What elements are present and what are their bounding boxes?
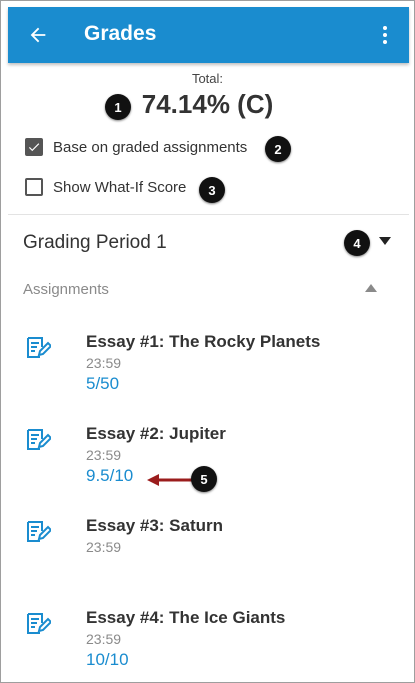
assignment-due: 23:59 xyxy=(86,447,122,463)
assignment-score: 9.5/10 xyxy=(86,466,134,485)
assignment-icon xyxy=(27,613,51,634)
dropdown-arrow-icon[interactable] xyxy=(379,237,391,245)
assignment-name: Essay #3: Saturn xyxy=(86,516,224,535)
what-if-label: Show What-If Score xyxy=(53,178,187,196)
more-vert-icon xyxy=(383,26,387,30)
assignment-icon xyxy=(27,337,51,358)
assignment-name: Essay #1: The Rocky Planets xyxy=(86,332,321,351)
assignment-row[interactable]: Essay #1: The Rocky Planets 23:59 5/50 xyxy=(1,332,414,398)
base-on-graded-label: Base on graded assignments xyxy=(53,138,248,156)
grading-period-selector[interactable]: Grading Period 1 xyxy=(23,232,167,254)
what-if-checkbox[interactable]: Show What-If Score xyxy=(25,178,186,196)
overflow-menu-button[interactable] xyxy=(373,21,397,49)
assignment-icon xyxy=(27,521,51,542)
assignments-section-title: Assignments xyxy=(23,281,109,298)
total-label: Total: xyxy=(191,71,224,86)
arrow-left-icon xyxy=(30,27,46,43)
assignment-score: 5/50 xyxy=(86,374,120,393)
back-button[interactable] xyxy=(24,21,52,49)
checkbox-checked[interactable] xyxy=(25,138,43,156)
assignment-name: Essay #4: The Ice Giants xyxy=(86,608,286,627)
assignment-due: 23:59 xyxy=(86,539,122,555)
assignment-due: 23:59 xyxy=(86,355,122,371)
assignment-name: Essay #2: Jupiter xyxy=(86,424,226,443)
assignment-due: 23:59 xyxy=(86,631,122,647)
callout-badge-2: 2 xyxy=(265,136,291,162)
assignment-row[interactable]: Essay #4: The Ice Giants 23:59 10/10 xyxy=(1,608,414,674)
callout-badge-1: 1 xyxy=(105,94,131,120)
app-frame: Grades Total: 74.14% (C) 1 Base on grade… xyxy=(0,0,415,683)
callout-badge-5: 5 xyxy=(191,466,217,492)
assignment-score: 10/10 xyxy=(86,650,129,669)
app-bar: Grades xyxy=(8,7,409,63)
checkmark-icon xyxy=(28,143,40,152)
page-title: Grades xyxy=(84,22,157,45)
callout-badge-3: 3 xyxy=(199,177,225,203)
annotation-arrow xyxy=(147,474,197,486)
assignment-icon xyxy=(27,429,51,450)
total-grade: 74.14% (C) xyxy=(141,89,274,119)
assignment-row[interactable]: Essay #3: Saturn 23:59 xyxy=(1,516,414,582)
base-on-graded-checkbox[interactable]: Base on graded assignments xyxy=(25,138,247,156)
divider xyxy=(8,214,409,215)
collapse-arrow-icon[interactable] xyxy=(365,284,377,292)
callout-badge-4: 4 xyxy=(344,230,370,256)
checkbox-unchecked[interactable] xyxy=(25,178,43,196)
